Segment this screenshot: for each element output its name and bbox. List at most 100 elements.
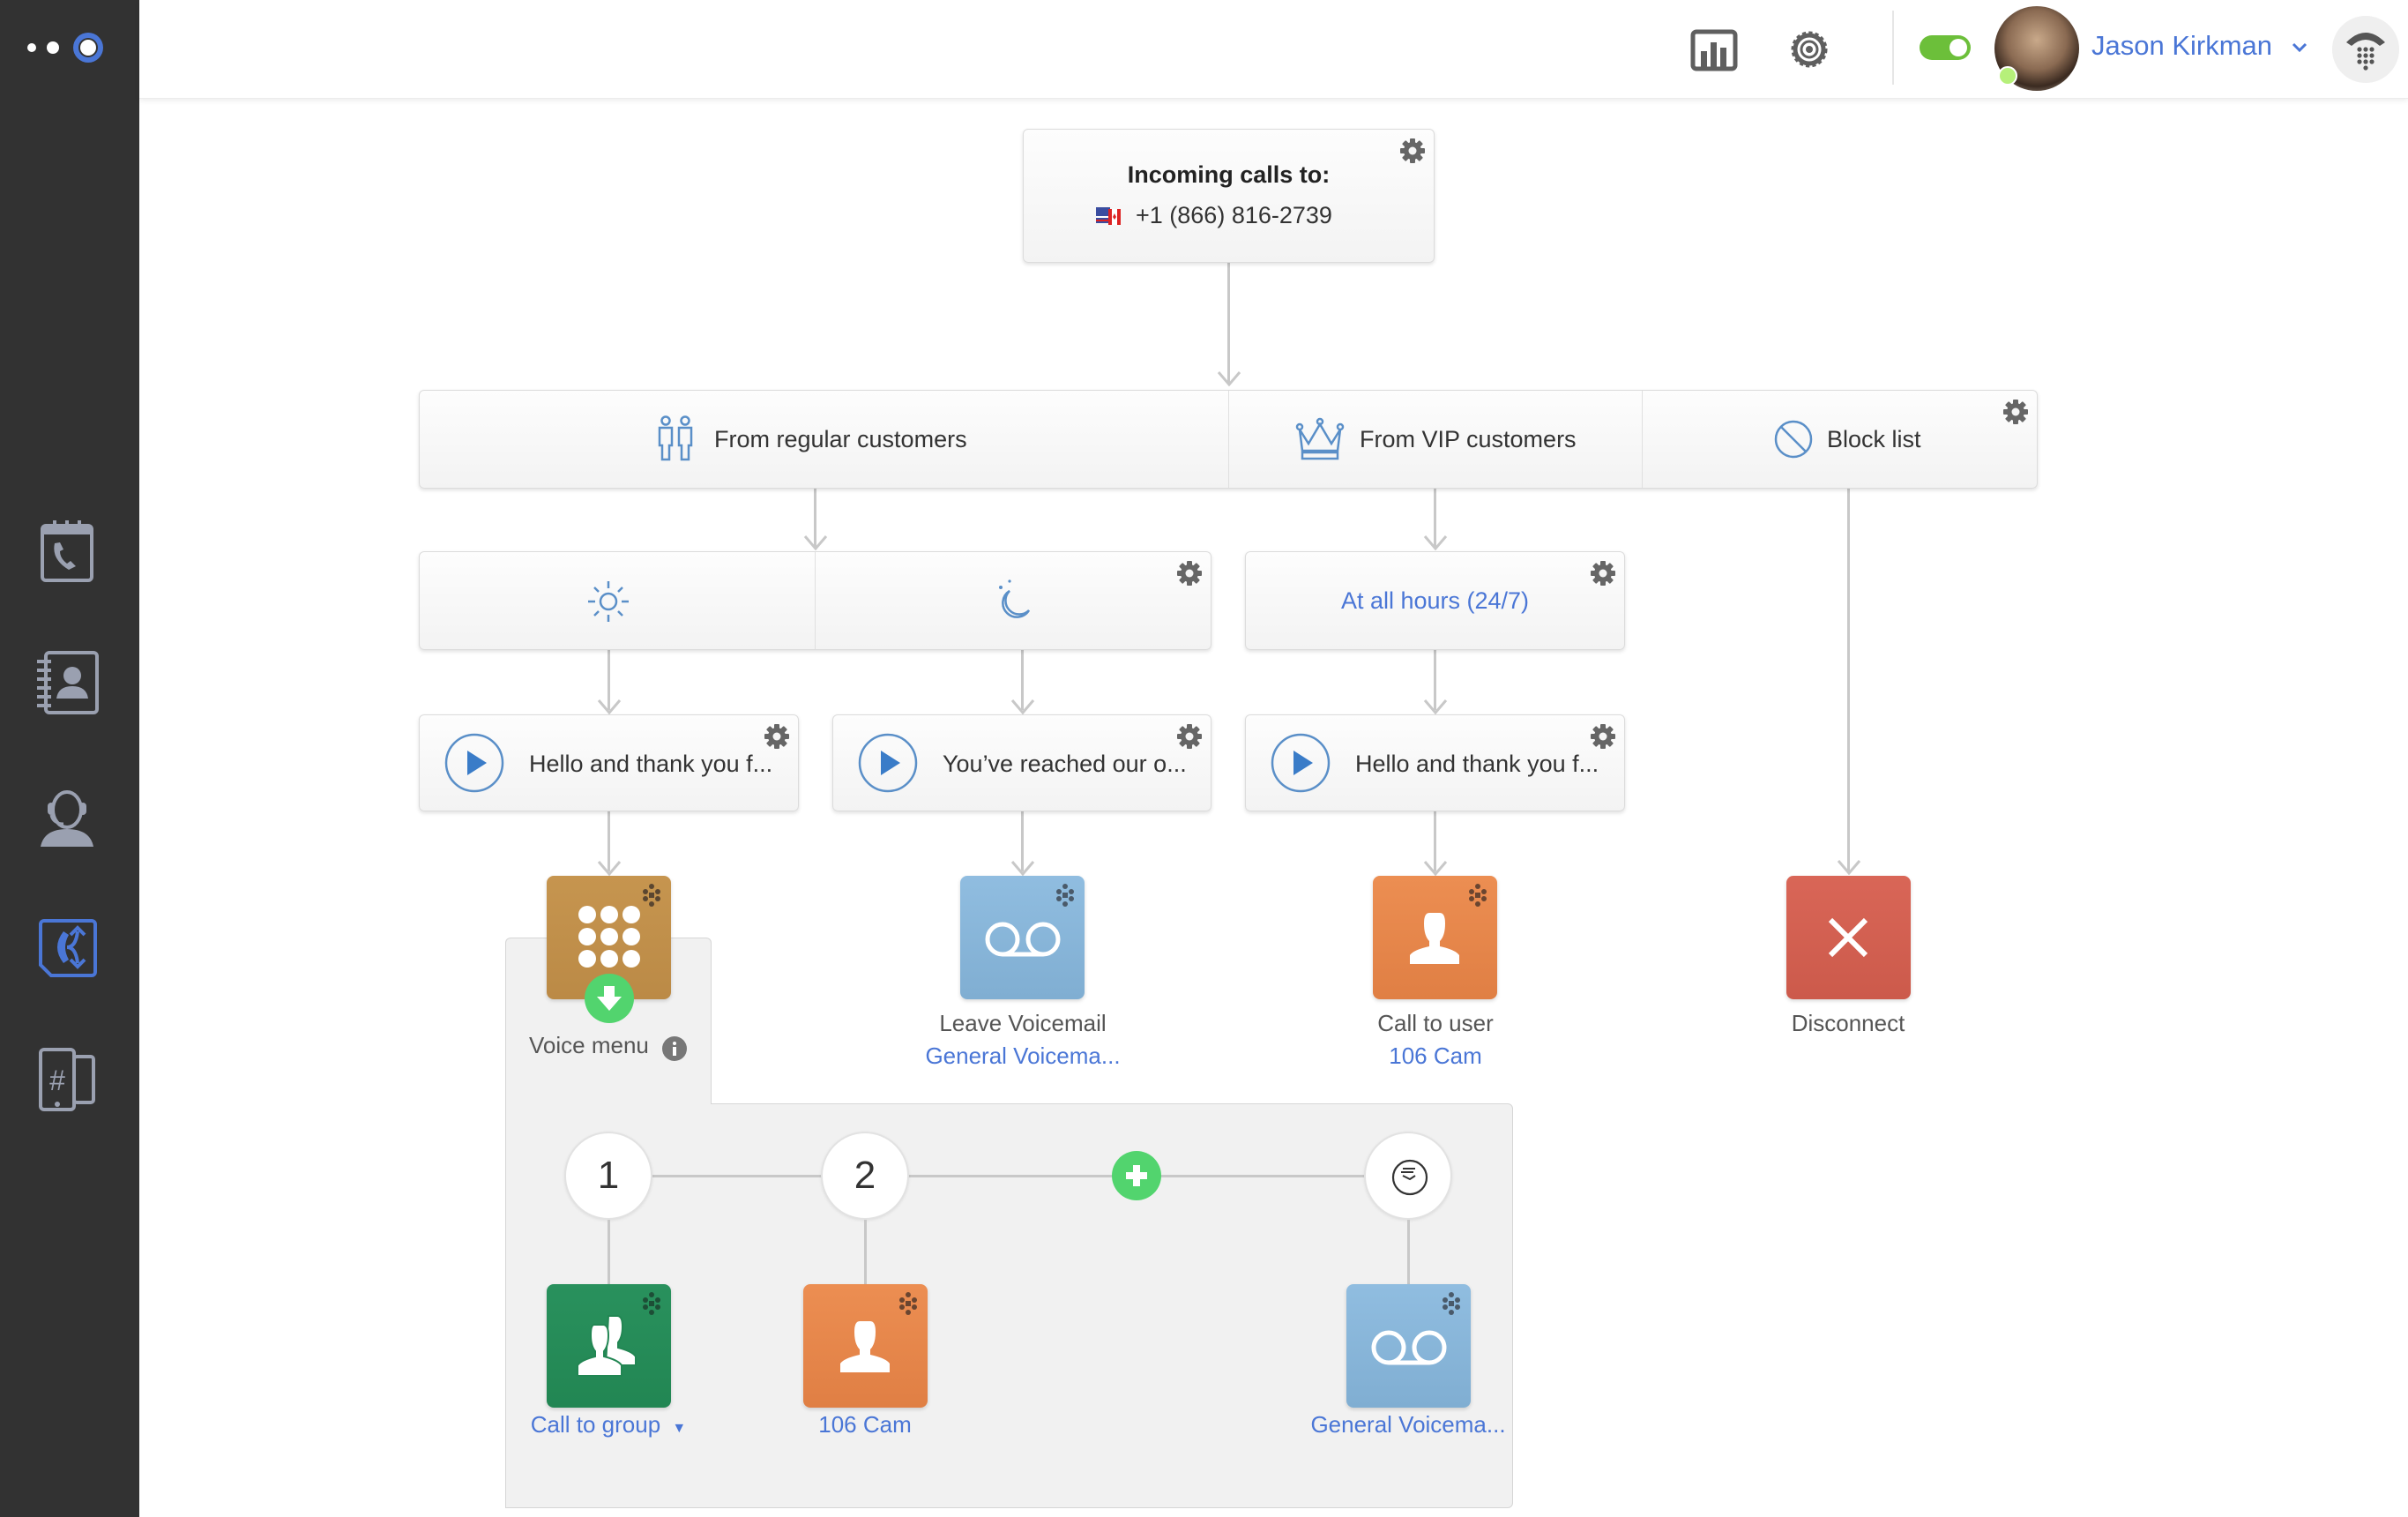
add-option-button[interactable] [1112, 1151, 1161, 1200]
chevron-down-icon[interactable] [2291, 39, 2308, 56]
settings-gear-icon[interactable] [1175, 722, 1204, 751]
drag-handle-icon[interactable] [1053, 883, 1077, 908]
schedule-after-hours[interactable] [816, 552, 1211, 649]
close-icon [1828, 917, 1868, 958]
menu-option-key-2[interactable]: 2 [821, 1132, 909, 1220]
greeting-prompt[interactable]: Hello and thank you f... [1245, 714, 1625, 811]
svg-text:#: # [49, 1065, 65, 1096]
timeout-clock-icon [1391, 1159, 1428, 1196]
expand-down-icon[interactable] [585, 974, 634, 1023]
source-regular-customers[interactable]: From regular customers [420, 391, 1229, 488]
arrow-down-icon [1423, 861, 1448, 876]
us-ca-flag-icon [1096, 207, 1121, 225]
phone-numbers-icon[interactable]: # [32, 1044, 102, 1115]
call-user-target-link[interactable]: 106 Cam [1347, 1042, 1524, 1070]
headset-agent-icon[interactable] [32, 780, 102, 850]
settings-gear-icon[interactable] [1785, 25, 1834, 74]
option-voicemail-link[interactable]: General Voicema... [1293, 1411, 1523, 1439]
source-block-list[interactable]: Block list [1643, 391, 2037, 488]
voicemail-target-link[interactable]: General Voicema... [908, 1042, 1137, 1070]
plus-icon [1126, 1165, 1147, 1186]
call-user-label: Call to user [1377, 1010, 1494, 1036]
drag-handle-icon[interactable] [896, 1291, 921, 1316]
arrow-down-icon [803, 535, 828, 550]
prompt-text: You’ve reached our o... [943, 751, 1187, 777]
connector [864, 1220, 867, 1284]
connector [1227, 263, 1230, 385]
caret-down-icon[interactable]: ▼ [672, 1421, 686, 1436]
call-user-tile[interactable] [1373, 876, 1497, 999]
user-icon [1410, 913, 1459, 964]
call-group-label: Call to group [530, 1411, 661, 1438]
voicemail-icon [1371, 1330, 1447, 1365]
greeting-prompt[interactable]: You’ve reached our o... [832, 714, 1211, 811]
group-icon [577, 1315, 637, 1377]
menu-option-key-1[interactable]: 1 [564, 1132, 652, 1220]
panel-seam [506, 1102, 711, 1105]
sidebar: # [0, 0, 139, 1517]
info-icon[interactable] [661, 1035, 688, 1062]
caller-source-row: From regular customers From VIP customer… [419, 390, 2038, 489]
user-icon [840, 1321, 890, 1372]
schedule-row [419, 551, 1211, 650]
play-icon[interactable] [1271, 733, 1331, 793]
source-label: From VIP customers [1360, 426, 1577, 452]
drag-handle-icon[interactable] [1465, 883, 1490, 908]
connector [1847, 489, 1850, 871]
option-call-user-link[interactable]: 106 Cam [777, 1411, 953, 1439]
people-icon [658, 415, 693, 461]
call-group-link[interactable]: Call to group ▼ [520, 1411, 697, 1439]
sun-icon [588, 581, 629, 622]
keypad-icon [578, 906, 640, 968]
all-hours-label: At all hours (24/7) [1340, 587, 1530, 614]
call-routing-icon[interactable] [32, 912, 102, 983]
incoming-calls-node[interactable]: Incoming calls to: +1 (866) 816-2739 [1023, 129, 1435, 263]
settings-gear-icon[interactable] [1589, 559, 1617, 587]
menu-option-timeout[interactable] [1364, 1132, 1452, 1220]
moon-icon [999, 579, 1031, 618]
disconnect-tile[interactable] [1786, 876, 1911, 999]
greeting-prompt[interactable]: Hello and thank you f... [419, 714, 799, 811]
prompt-text: Hello and thank you f... [1355, 751, 1599, 777]
arrow-down-icon [1837, 860, 1861, 875]
option-call-user-tile[interactable] [803, 1284, 928, 1408]
disconnect-label: Disconnect [1791, 1010, 1905, 1036]
drag-handle-icon[interactable] [639, 883, 664, 908]
leave-voicemail-tile[interactable] [960, 876, 1085, 999]
user-name[interactable]: Jason Kirkman [2091, 30, 2272, 62]
arrow-down-icon [1217, 371, 1241, 386]
option-voicemail-tile[interactable] [1346, 1284, 1471, 1408]
settings-gear-icon[interactable] [1175, 559, 1204, 587]
address-book-icon[interactable] [32, 647, 102, 718]
dialpad-phone-icon[interactable] [2332, 16, 2399, 83]
source-label: Block list [1827, 426, 1921, 452]
calendar-phone-icon[interactable] [32, 515, 102, 586]
play-icon[interactable] [858, 733, 918, 793]
incoming-title: Incoming calls to: [1127, 161, 1331, 188]
settings-gear-icon[interactable] [763, 722, 791, 751]
prompt-text: Hello and thank you f... [529, 751, 773, 777]
source-vip-customers[interactable]: From VIP customers [1229, 391, 1643, 488]
call-group-tile[interactable] [547, 1284, 671, 1408]
status-toggle[interactable] [1920, 35, 1971, 60]
arrow-down-icon [1423, 699, 1448, 714]
settings-gear-icon[interactable] [1589, 722, 1617, 751]
leave-voicemail-label: Leave Voicemail [939, 1010, 1107, 1036]
play-icon[interactable] [444, 733, 504, 793]
arrow-down-icon [1423, 535, 1448, 550]
crown-icon [1295, 417, 1345, 460]
reports-icon[interactable] [1689, 25, 1739, 74]
drag-handle-icon[interactable] [1439, 1291, 1464, 1316]
voice-menu-label: Voice menu [529, 1032, 649, 1058]
settings-gear-icon[interactable] [1398, 137, 1427, 165]
arrow-down-icon [1010, 699, 1035, 714]
arrow-down-icon [1010, 861, 1035, 876]
incoming-phone-number: +1 (866) 816-2739 [1136, 202, 1332, 228]
schedule-all-hours[interactable]: At all hours (24/7) [1245, 551, 1625, 650]
settings-gear-icon[interactable] [2002, 398, 2030, 426]
schedule-business-hours[interactable] [420, 552, 816, 649]
app-logo[interactable] [21, 28, 109, 67]
block-icon [1774, 420, 1813, 459]
drag-handle-icon[interactable] [639, 1291, 664, 1316]
options-connector [608, 1175, 1408, 1177]
